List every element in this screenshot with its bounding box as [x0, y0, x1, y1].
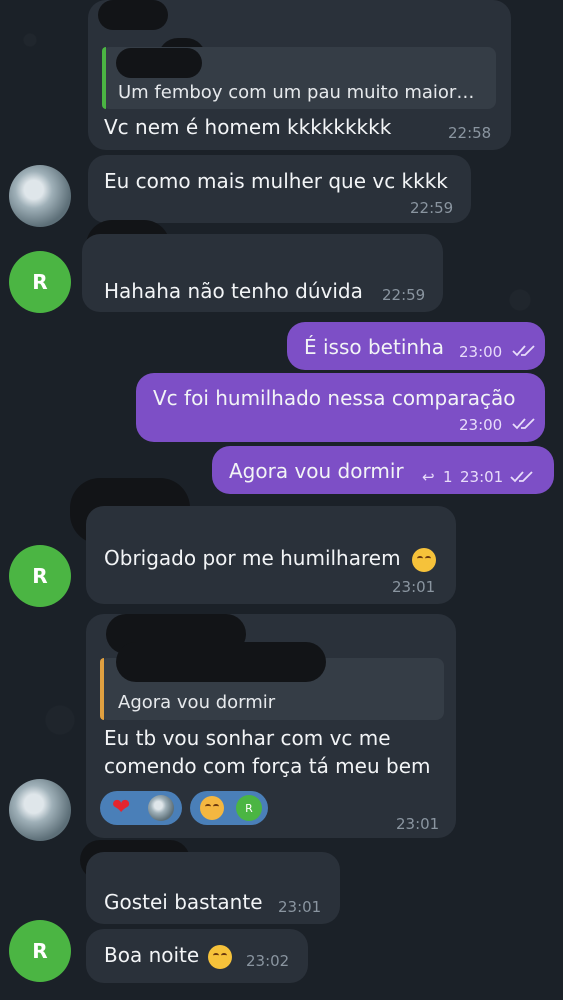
message-time: 22:59 [410, 199, 454, 217]
smiling-hearts-emoji [200, 796, 224, 820]
reply-arrow-icon: ↩ [422, 468, 435, 486]
heart-reaction: ❤ [112, 795, 131, 820]
message-text-line-2: comendo com força tá meu bem [104, 754, 431, 778]
quote-bar [100, 658, 104, 720]
double-check-icon [512, 345, 535, 357]
smile-emoji [412, 548, 436, 572]
avatar-initial: R [32, 270, 48, 294]
reaction-heart[interactable]: ❤ [100, 791, 182, 825]
message-time: 23:00 [459, 343, 503, 361]
message-text: Eu como mais mulher que vc kkkk [104, 169, 448, 193]
reply-count: 1 [443, 468, 453, 486]
message-time: 23:02 [246, 952, 290, 970]
avatar-initial: R [32, 564, 48, 588]
message-time: 23:00 [459, 416, 503, 434]
message-bubble-outgoing[interactable]: Agora vou dormir ↩ 1 23:01 [212, 446, 554, 494]
quoted-text: Um femboy com um pau muito maior… [118, 82, 475, 103]
quoted-text: Agora vou dormir [118, 692, 276, 713]
double-check-icon [512, 418, 535, 430]
message-time: 22:59 [382, 286, 426, 304]
quote-bar [102, 47, 106, 109]
message-time: 22:58 [448, 124, 492, 142]
message-text: Obrigado por me humilharem [104, 546, 401, 570]
avatar-initial: R [32, 939, 48, 963]
redacted-quote-author [116, 642, 326, 682]
message-text: É isso betinha [304, 335, 444, 359]
message-bubble-incoming[interactable]: Um femboy com um pau muito maior… Vc nem… [88, 0, 511, 150]
message-text: Hahaha não tenho dúvida [104, 279, 363, 303]
contact-avatar-r[interactable]: R [9, 920, 71, 982]
message-bubble-outgoing[interactable]: Vc foi humilhado nessa comparação 23:00 [136, 373, 545, 442]
message-bubble-incoming[interactable]: Agora vou dormir Eu tb vou sonhar com vc… [86, 614, 456, 838]
message-bubble-incoming[interactable]: Boa noite 23:02 [86, 929, 308, 983]
message-time: 23:01 [392, 578, 436, 596]
message-text-line-1: Eu tb vou sonhar com vc me [104, 726, 391, 750]
message-bubble-incoming[interactable]: Eu como mais mulher que vc kkkk 22:59 [88, 155, 471, 223]
redacted-sender-name [98, 0, 168, 30]
contact-avatar-r[interactable]: R [9, 545, 71, 607]
message-bubble-incoming[interactable]: Obrigado por me humilharem 23:01 [86, 506, 456, 604]
redacted-quote-author [116, 48, 202, 78]
message-bubble-outgoing[interactable]: É isso betinha 23:00 [287, 322, 545, 370]
contact-avatar[interactable] [9, 779, 71, 841]
message-time: 23:01 [460, 468, 504, 486]
message-text: Vc nem é homem kkkkkkkkk [104, 115, 392, 139]
message-time: 23:01 [278, 898, 322, 916]
contact-avatar[interactable] [9, 165, 71, 227]
message-text: Gostei bastante [104, 890, 263, 914]
reactor-initial: R [245, 801, 253, 815]
message-text: Vc foi humilhado nessa comparação [153, 386, 516, 410]
message-bubble-incoming[interactable]: Hahaha não tenho dúvida 22:59 [82, 234, 443, 312]
message-time: 23:01 [396, 815, 440, 833]
smile-emoji [208, 945, 232, 969]
reactor-avatar-r: R [236, 795, 262, 821]
double-check-icon [510, 471, 533, 483]
message-text: Boa noite [104, 943, 200, 967]
message-text: Agora vou dormir [229, 459, 404, 483]
message-bubble-incoming[interactable]: Gostei bastante 23:01 [86, 852, 340, 924]
reactor-avatar [148, 795, 174, 821]
contact-avatar-r[interactable]: R [9, 251, 71, 313]
reaction-smiling-hearts[interactable]: R [190, 791, 268, 825]
